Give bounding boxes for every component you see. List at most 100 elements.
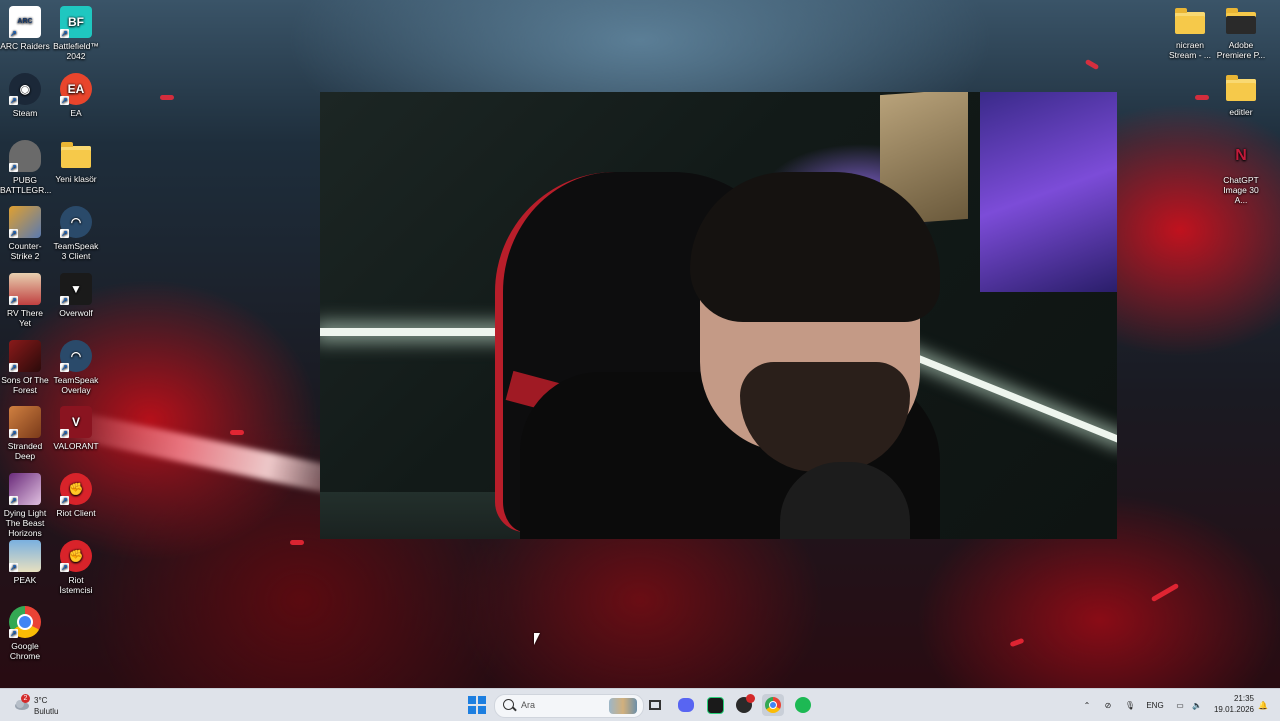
wallpaper-ember xyxy=(1195,95,1209,100)
folder-icon xyxy=(1175,8,1205,34)
wallpaper-light-streak xyxy=(60,409,360,499)
taskbar-search[interactable]: Ara xyxy=(494,694,644,718)
desktop-icon-teamspeak-3-client[interactable]: ◠ ↗ TeamSpeak 3 Client xyxy=(51,206,101,261)
desktop-icon-riot-client[interactable]: ✊ ↗ Riot Client xyxy=(51,473,101,518)
wallpaper-ember xyxy=(230,430,244,435)
taskbar: 2 3°C Bulutlu Ara ⌃ ⊘ 🎙 ENG ▭ 🔈 21:35 19… xyxy=(0,688,1280,721)
overwolf-icon: ▼ ↗ xyxy=(60,273,92,305)
desktop-icon-riot-istemcisi[interactable]: ✊ ↗ Riot İstemcisi xyxy=(51,540,101,595)
mouse-cursor-icon xyxy=(534,633,540,645)
desktop-icon-adobe-premiere[interactable]: Adobe Premiere P... xyxy=(1216,6,1266,60)
teamspeak-icon: ◠ ↗ xyxy=(60,206,92,238)
desktop-icon-sons-of-the-forest[interactable]: ↗ Sons Of The Forest xyxy=(0,340,50,395)
show-hidden-icons-button[interactable]: ⌃ xyxy=(1080,689,1094,721)
desktop-icon-nicraen-stream[interactable]: nicraen Stream - ... xyxy=(1165,6,1215,60)
desktop-icon-battlefield[interactable]: BF ↗ Battlefield™ 2042 xyxy=(51,6,101,61)
start-button[interactable] xyxy=(466,694,488,716)
desktop-icon-peak[interactable]: ↗ PEAK xyxy=(0,540,50,585)
stranded-deep-icon: ↗ xyxy=(9,406,41,438)
desktop-icon-label: TeamSpeak 3 Client xyxy=(53,241,99,261)
sons-of-the-forest-icon: ↗ xyxy=(9,340,41,372)
desktop-icon-label: ChatGPT Image 30 A... xyxy=(1223,175,1259,205)
desktop-icon-pubg[interactable]: ↗ PUBG BATTLEGR... xyxy=(0,140,52,195)
desktop-icon-label: Google Chrome xyxy=(9,641,41,661)
windows-icon xyxy=(468,696,486,714)
desktop-icon-label: Yeni klasör xyxy=(55,174,97,184)
desktop-icon-stranded-deep[interactable]: ↗ Stranded Deep xyxy=(0,406,50,461)
teamspeak-overlay-icon: ◠ ↗ xyxy=(60,340,92,372)
microphone-icon: 🎙 xyxy=(1124,700,1136,710)
webcam-video-window[interactable] xyxy=(320,92,1117,539)
riot-istemcisi-icon: ✊ ↗ xyxy=(60,540,92,572)
desktop-icon-yeni-klasor[interactable]: Yeni klasör xyxy=(51,140,101,184)
wall-poster xyxy=(980,92,1117,292)
wallpaper-ember xyxy=(1084,58,1100,71)
tray-display[interactable]: ▭ xyxy=(1172,689,1188,721)
spotify-icon xyxy=(795,697,811,713)
weather-badge: 2 xyxy=(21,694,30,703)
desktop-icon-label: Overwolf xyxy=(59,308,93,318)
taskbar-app-obs[interactable] xyxy=(733,694,755,716)
desktop-icon-teamspeak-overlay[interactable]: ◠ ↗ TeamSpeak Overlay xyxy=(51,340,101,395)
desktop-icon-editler[interactable]: editler xyxy=(1216,73,1266,117)
desktop-icon-steam[interactable]: ◉ ↗ Steam xyxy=(0,73,50,118)
bell-icon: 🔔 xyxy=(1258,700,1268,710)
arc-raiders-icon: ARC ↗ xyxy=(9,6,41,38)
task-view-icon xyxy=(649,700,661,710)
wallpaper-ember xyxy=(160,95,174,100)
tray-microphone[interactable]: 🎙 xyxy=(1122,689,1138,721)
taskbar-app-discord[interactable] xyxy=(675,694,697,716)
desktop-icon-dying-light[interactable]: ↗ Dying Light The Beast Horizons xyxy=(0,473,50,538)
desktop-icon-label: Riot İstemcisi xyxy=(59,575,93,595)
peak-icon: ↗ xyxy=(9,540,41,572)
search-placeholder: Ara xyxy=(521,700,536,710)
desktop-icon-rv-there-yet[interactable]: ↗ RV There Yet xyxy=(0,273,50,328)
wallpaper-ember xyxy=(1009,637,1025,648)
wallpaper-ember xyxy=(1150,582,1180,603)
desktop-icon-label: ARC Raiders xyxy=(0,41,50,51)
network-off-icon: ⊘ xyxy=(1104,700,1112,710)
desktop-icon-label: PUBG BATTLEGR... xyxy=(0,175,52,195)
task-view-button[interactable] xyxy=(644,694,666,716)
desktop-icon-overwolf[interactable]: ▼ ↗ Overwolf xyxy=(51,273,101,318)
desktop-icon-ea[interactable]: EA ↗ EA xyxy=(51,73,101,118)
tray-language[interactable]: ENG xyxy=(1144,689,1166,721)
language-indicator: ENG xyxy=(1146,700,1164,710)
desktop-icon-chatgpt-image[interactable]: N ChatGPT Image 30 A... xyxy=(1216,140,1266,206)
desktop-icon-valorant[interactable]: V ↗ VALORANT xyxy=(51,406,101,451)
desktop-icon-google-chrome[interactable]: ↗ Google Chrome xyxy=(0,606,50,661)
tray-volume[interactable]: 🔈 xyxy=(1189,689,1205,721)
battlefield-icon: BF ↗ xyxy=(60,6,92,38)
desktop-icon-label: Battlefield™ 2042 xyxy=(53,41,99,61)
folder-icon xyxy=(61,142,91,168)
notification-center-button[interactable]: 🔔 xyxy=(1256,689,1270,721)
notification-badge xyxy=(746,694,755,703)
desktop-icon-label: editler xyxy=(1229,107,1253,117)
taskbar-app-chrome[interactable] xyxy=(762,694,784,716)
ea-icon: EA ↗ xyxy=(60,73,92,105)
room-floor xyxy=(320,492,520,539)
desktop-icon-counter-strike[interactable]: ↗ Counter-Strike 2 xyxy=(0,206,50,261)
discord-icon xyxy=(678,698,694,712)
taskbar-app-spotify[interactable] xyxy=(792,694,814,716)
app-icon xyxy=(706,696,724,714)
tray-network-off[interactable]: ⊘ xyxy=(1100,689,1116,721)
taskbar-clock[interactable]: 21:35 19.01.2026 xyxy=(1204,693,1254,715)
desktop-icon-label: Dying Light The Beast Horizons xyxy=(3,508,47,538)
desktop-icon-label: Stranded Deep xyxy=(7,441,43,461)
valorant-icon: V ↗ xyxy=(60,406,92,438)
image-icon: N xyxy=(1235,147,1247,164)
chrome-icon xyxy=(765,697,781,713)
desktop-icon-arc-raiders[interactable]: ARC ↗ ARC Raiders xyxy=(0,6,50,51)
desktop-icon-label: Sons Of The Forest xyxy=(1,375,49,395)
steam-icon: ◉ ↗ xyxy=(9,73,41,105)
counter-strike-icon: ↗ xyxy=(9,206,41,238)
desktop-icon-label: EA xyxy=(70,108,82,118)
folder-icon xyxy=(1226,8,1256,34)
clock-date: 19.01.2026 xyxy=(1213,705,1254,714)
clock-time: 21:35 xyxy=(1233,694,1254,703)
weather-widget[interactable]: 2 3°C Bulutlu xyxy=(10,693,80,717)
rv-there-yet-icon: ↗ xyxy=(9,273,41,305)
taskbar-app-streamdeck[interactable] xyxy=(704,694,726,716)
speaker-icon: 🔈 xyxy=(1192,700,1202,710)
